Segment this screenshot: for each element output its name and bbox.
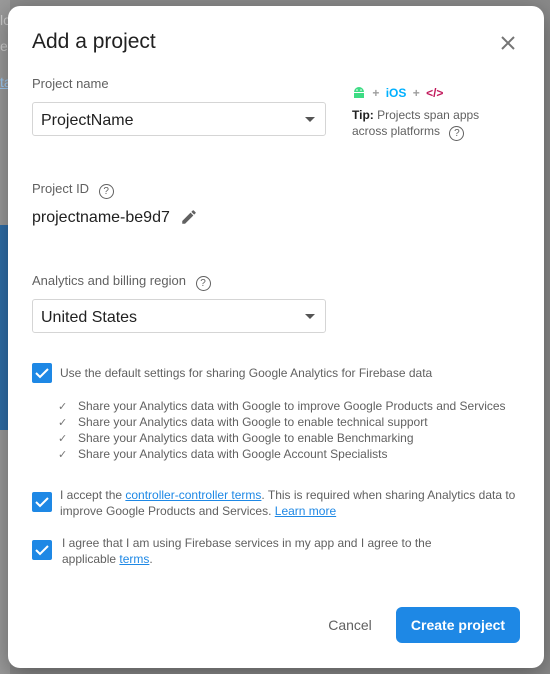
terms-link[interactable]: terms — [119, 552, 149, 566]
help-icon[interactable]: ? — [98, 184, 114, 199]
dialog-title: Add a project — [32, 30, 156, 53]
chevron-down-icon — [305, 314, 315, 319]
controller-terms-prefix: I accept the — [60, 488, 126, 502]
region-label-text: Analytics and billing region — [32, 273, 186, 288]
list-item-text: Share your Analytics data with Google to… — [78, 431, 414, 445]
check-icon: ✓ — [58, 401, 68, 413]
close-icon[interactable] — [498, 33, 518, 53]
ios-icon: iOS — [385, 86, 407, 100]
create-project-button[interactable]: Create project — [396, 607, 520, 643]
region-label: Analytics and billing region ? — [32, 273, 211, 291]
project-name-label: Project name — [32, 76, 109, 91]
check-icon — [35, 368, 49, 379]
help-icon[interactable]: ? — [449, 126, 465, 141]
help-icon[interactable]: ? — [195, 276, 211, 291]
default-settings-text: Use the default settings for sharing Goo… — [60, 366, 433, 380]
firebase-terms-suffix: . — [149, 552, 153, 566]
chevron-down-icon — [305, 117, 315, 122]
tip-text: Tip: Projects span apps across platforms… — [352, 107, 492, 141]
check-icon — [35, 497, 49, 508]
firebase-terms-prefix: I agree that I am using Firebase service… — [62, 536, 432, 566]
tip-label: Tip: — [352, 108, 374, 122]
firebase-terms-checkbox[interactable] — [32, 540, 52, 560]
web-icon: </> — [426, 86, 444, 100]
sharing-list: ✓ Share your Analytics data with Google t… — [58, 398, 506, 462]
project-name-value: ProjectName — [41, 112, 134, 129]
controller-terms-checkbox[interactable] — [32, 492, 52, 512]
plus-icon: + — [372, 86, 380, 100]
plus-icon: + — [412, 86, 420, 100]
project-id-label: Project ID ? — [32, 181, 114, 199]
firebase-terms-text: I agree that I am using Firebase service… — [62, 535, 442, 567]
check-icon: ✓ — [58, 417, 68, 429]
platform-icons: + iOS + </> — [352, 86, 443, 100]
list-item-text: Share your Analytics data with Google to… — [78, 415, 428, 429]
project-id-value: projectname-be9d7 — [32, 209, 170, 226]
list-item: ✓ Share your Analytics data with Google t… — [58, 414, 506, 430]
controller-terms-text: I accept the controller-controller terms… — [60, 487, 530, 519]
edit-pencil-icon[interactable] — [180, 208, 198, 226]
default-settings-checkbox[interactable] — [32, 363, 52, 383]
project-name-select[interactable]: ProjectName — [32, 102, 326, 136]
check-icon: ✓ — [58, 449, 68, 461]
android-icon — [354, 87, 364, 98]
region-value: United States — [41, 309, 138, 326]
region-select[interactable]: United States — [32, 299, 326, 333]
list-item: ✓ Share your Analytics data with Google t… — [58, 430, 506, 446]
background-text: e — [0, 38, 8, 54]
project-id-label-text: Project ID — [32, 181, 90, 196]
add-project-dialog: Add a project Project name ProjectName +… — [8, 6, 544, 668]
list-item-text: Share your Analytics data with Google Ac… — [78, 447, 388, 461]
controller-terms-link[interactable]: controller-controller terms — [125, 488, 261, 502]
cancel-button[interactable]: Cancel — [312, 607, 388, 643]
learn-more-link[interactable]: Learn more — [275, 504, 336, 518]
check-icon: ✓ — [58, 433, 68, 445]
list-item-text: Share your Analytics data with Google to… — [78, 399, 506, 413]
check-icon — [35, 545, 49, 556]
list-item: ✓ Share your Analytics data with Google A… — [58, 446, 506, 462]
list-item: ✓ Share your Analytics data with Google t… — [58, 398, 506, 414]
